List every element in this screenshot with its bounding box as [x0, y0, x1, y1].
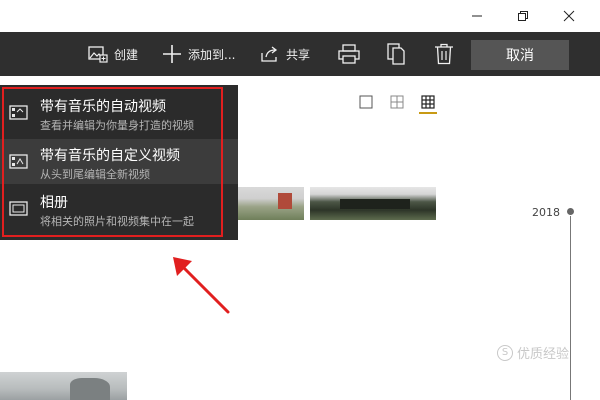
- copy-icon: [387, 43, 405, 65]
- grid-2x2-icon: [390, 95, 404, 109]
- printer-icon: [338, 44, 360, 64]
- menu-item-subtitle: 从头到尾编辑全新视频: [40, 168, 150, 181]
- trash-icon: [435, 43, 453, 65]
- add-to-button[interactable]: 添加到...: [162, 32, 235, 76]
- album-icon: [9, 201, 28, 216]
- add-to-label: 添加到...: [188, 47, 236, 62]
- title-bar: [0, 0, 600, 32]
- timeline-marker[interactable]: [567, 208, 574, 215]
- minimize-icon: [472, 15, 482, 17]
- restore-button[interactable]: [500, 0, 546, 32]
- menu-item-subtitle: 查看并编辑为你量身打造的视频: [40, 119, 194, 132]
- annotation-arrow-icon: [173, 257, 230, 314]
- create-picture-icon: [88, 46, 108, 63]
- create-menu: 带有音乐的自动视频 查看并编辑为你量身打造的视频 带有音乐的自定义视频 从头到尾…: [0, 85, 238, 240]
- grid-3x3-icon: [421, 95, 435, 109]
- watermark-text: 优质经验: [517, 347, 570, 362]
- menu-item-album[interactable]: 相册 将相关的照片和视频集中在一起: [0, 186, 238, 231]
- timeline-track[interactable]: [570, 216, 571, 400]
- watermark: S 优质经验: [497, 343, 569, 362]
- print-button[interactable]: [338, 32, 360, 76]
- menu-item-title: 带有音乐的自动视频: [40, 99, 166, 115]
- share-button[interactable]: 共享: [260, 32, 310, 76]
- photo-thumbnail[interactable]: [310, 187, 436, 220]
- plus-icon: [163, 45, 181, 63]
- create-label: 创建: [114, 47, 139, 62]
- create-button[interactable]: 创建: [88, 32, 138, 76]
- menu-item-title: 相册: [40, 195, 68, 211]
- photo-thumbnail[interactable]: [236, 187, 304, 220]
- cancel-button[interactable]: 取消: [471, 40, 569, 70]
- close-icon: [563, 10, 575, 22]
- share-icon: [261, 46, 278, 62]
- timeline-year[interactable]: 2018: [532, 206, 560, 219]
- video-film-icon: [9, 105, 28, 120]
- delete-button[interactable]: [434, 32, 454, 76]
- menu-item-subtitle: 将相关的照片和视频集中在一起: [40, 215, 194, 228]
- share-label: 共享: [286, 47, 311, 62]
- view-selected-indicator: [419, 112, 437, 114]
- photo-thumbnail[interactable]: [0, 372, 127, 400]
- menu-item-auto-video[interactable]: 带有音乐的自动视频 查看并编辑为你量身打造的视频: [0, 90, 238, 135]
- close-button[interactable]: [546, 0, 592, 32]
- view-small-toggle[interactable]: [420, 94, 436, 110]
- copy-button[interactable]: [386, 32, 406, 76]
- minimize-button[interactable]: [454, 0, 500, 32]
- menu-item-custom-video[interactable]: 带有音乐的自定义视频 从头到尾编辑全新视频: [0, 139, 238, 184]
- menu-item-title: 带有音乐的自定义视频: [40, 148, 180, 164]
- watermark-logo-icon: S: [497, 344, 513, 361]
- video-film-icon: [9, 154, 28, 169]
- view-large-toggle[interactable]: [358, 94, 374, 110]
- view-medium-toggle[interactable]: [389, 94, 405, 110]
- restore-icon: [518, 11, 528, 21]
- single-square-icon: [359, 95, 373, 109]
